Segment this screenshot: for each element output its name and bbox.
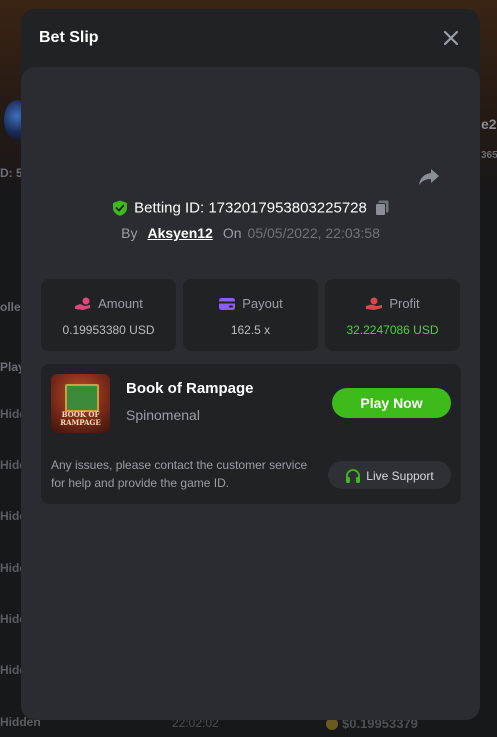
share-icon: [419, 169, 439, 185]
background-fragment: e2: [481, 116, 497, 132]
payout-value: 162.5 x: [230, 323, 271, 337]
money-hand-icon: [366, 297, 383, 310]
profit-label-row: Profit: [325, 295, 460, 311]
payout-stat: Payout 162.5 x: [183, 279, 318, 351]
close-icon: [443, 30, 459, 46]
game-thumbnail[interactable]: BOOK OF RAMPAGE: [51, 374, 110, 433]
betting-id-row: Betting ID: 1732017953803225728: [21, 199, 480, 217]
betting-id: Betting ID: 1732017953803225728: [134, 199, 367, 217]
live-support-label: Live Support: [366, 468, 434, 483]
bet-date: 05/05/2022, 22:03:58: [247, 225, 380, 241]
close-button[interactable]: [440, 27, 462, 49]
profit-label: Profit: [389, 296, 420, 312]
live-support-button[interactable]: Live Support: [328, 461, 451, 489]
support-notice: Any issues, please contact the customer …: [51, 458, 308, 490]
thumbnail-logo-text: BOOK OF RAMPAGE: [60, 410, 101, 427]
profit-stat: Profit 32.2247086 USD: [325, 279, 460, 351]
background-fragment: olle: [0, 300, 21, 314]
on-label: On: [222, 225, 242, 241]
amount-value: 0.19953380 USD: [62, 323, 155, 337]
bet-meta-row: By Aksyen12 On 05/05/2022, 22:03:58: [21, 225, 480, 241]
book-icon: [65, 384, 99, 412]
bet-details-card: Betting ID: 1732017953803225728 By Aksyen…: [21, 67, 480, 720]
username-link[interactable]: Aksyen12: [147, 225, 212, 241]
shield-check-icon: [113, 200, 128, 216]
amount-stat: Amount 0.19953380 USD: [41, 279, 176, 351]
payout-label: Payout: [242, 296, 283, 312]
headset-icon: [346, 468, 361, 483]
game-panel: BOOK OF RAMPAGE Book of Rampage Spinomen…: [41, 364, 461, 504]
background-fragment: D: 5: [0, 166, 23, 180]
amount-label: Amount: [98, 296, 143, 312]
payout-label-row: Payout: [183, 295, 318, 311]
coins-hand-icon: [75, 297, 91, 310]
game-provider: Spinomenal: [126, 407, 200, 423]
game-name: Book of Rampage: [126, 380, 254, 397]
copy-icon[interactable]: [374, 200, 389, 217]
background-fragment: 365: [481, 150, 497, 161]
share-button[interactable]: [418, 167, 440, 187]
profit-value: 32.2247086 USD: [346, 323, 439, 337]
amount-label-row: Amount: [41, 295, 176, 311]
play-now-button[interactable]: Play Now: [332, 388, 451, 418]
bet-slip-modal: Bet Slip Betting ID: 1732017953803225728…: [21, 9, 480, 720]
by-label: By: [121, 225, 138, 241]
wallet-icon: [219, 297, 236, 310]
modal-title: Bet Slip: [39, 29, 99, 46]
